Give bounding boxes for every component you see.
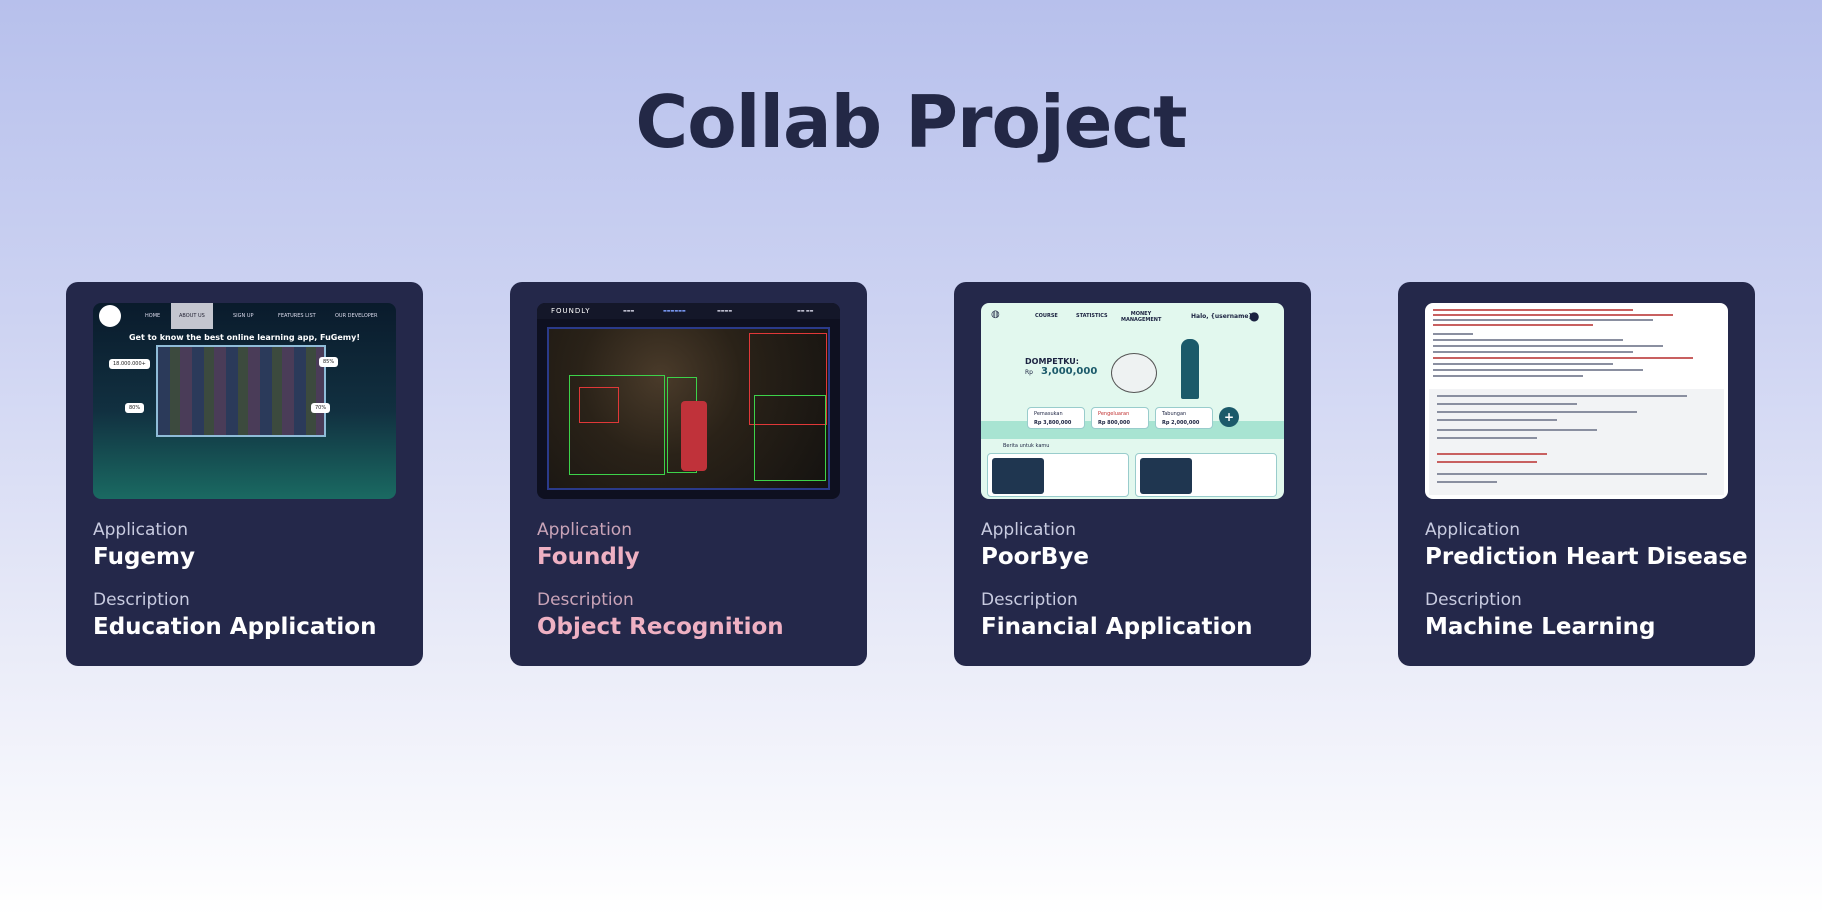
application-name: Prediction Heart Disease [1425, 544, 1748, 570]
screenshot-nav-item: MONEY MANAGEMENT [1121, 311, 1162, 323]
screenshot-stat: 85% [319, 357, 339, 367]
code-line [1437, 473, 1707, 475]
code-line [1437, 481, 1497, 483]
code-output-pane [1429, 389, 1724, 495]
application-label: Application [537, 520, 632, 540]
screenshot-nav: FOUNDLY ▬▬▬ ▬▬▬▬▬▬ ▬▬▬▬ ▬▬ ▬▬ [537, 303, 840, 319]
code-line [1437, 453, 1547, 455]
screenshot-brand: FOUNDLY [551, 307, 591, 315]
screenshot-nav-item: FEATURES LIST [278, 313, 316, 319]
screenshot-nav-item: ▬▬ ▬▬ [797, 308, 814, 313]
avatar-icon: ● [1249, 309, 1260, 323]
code-line [1433, 333, 1473, 335]
code-line [1433, 375, 1583, 377]
code-line [1433, 345, 1663, 347]
description-label: Description [537, 590, 634, 610]
news-card [987, 453, 1129, 497]
code-line [1433, 351, 1633, 353]
screenshot-stat: 18.000.000+ [109, 359, 150, 369]
application-name: PoorBye [981, 544, 1089, 570]
code-line [1433, 319, 1653, 321]
piggy-bank-illustration [1111, 353, 1157, 393]
wallet-amount: 3,000,000 [1041, 366, 1098, 377]
news-thumbnail [1140, 458, 1192, 494]
detection-box [579, 387, 619, 423]
code-line [1433, 339, 1623, 341]
code-line [1433, 363, 1613, 365]
project-screenshot-prediction[interactable] [1425, 303, 1728, 499]
expense-pill: Pengeluaran Rp 800,000 [1091, 407, 1149, 429]
application-label: Application [981, 520, 1076, 540]
screenshot-stat: 70% [311, 403, 331, 413]
code-line [1437, 429, 1597, 431]
description-value: Education Application [93, 614, 377, 640]
news-section-title: Berita untuk kamu [1003, 443, 1050, 449]
bottle-object [681, 401, 707, 471]
screenshot-nav-item: HOME [145, 313, 161, 319]
application-label: Application [1425, 520, 1520, 540]
code-line [1437, 461, 1537, 463]
wallet-label: DOMPETKU: [1025, 357, 1079, 366]
person-illustration [1181, 339, 1199, 399]
project-card-fugemy[interactable]: HOME ABOUT US SIGN UP FEATURES LIST OUR … [66, 282, 423, 666]
description-label: Description [93, 590, 190, 610]
code-line [1437, 419, 1557, 421]
screenshot-stat: 80% [125, 403, 145, 413]
project-screenshot-fugemy[interactable]: HOME ABOUT US SIGN UP FEATURES LIST OUR … [93, 303, 396, 499]
code-line [1433, 369, 1643, 371]
code-line [1433, 309, 1633, 311]
project-card-foundly[interactable]: FOUNDLY ▬▬▬ ▬▬▬▬▬▬ ▬▬▬▬ ▬▬ ▬▬ Applicatio… [510, 282, 867, 666]
savings-pill: Tabungan Rp 2,000,000 [1155, 407, 1213, 429]
screenshot-nav-item: STATISTICS [1076, 313, 1108, 319]
screenshot-nav: HOME ABOUT US SIGN UP FEATURES LIST OUR … [93, 303, 396, 329]
detection-photo [547, 327, 830, 490]
detection-box [754, 395, 826, 481]
screenshot-nav-item: ▬▬▬▬ [717, 308, 733, 313]
code-line [1433, 314, 1673, 316]
project-screenshot-poorbye[interactable]: ◍ COURSE STATISTICS MONEY MANAGEMENT Hal… [981, 303, 1284, 499]
screenshot-collage [156, 345, 326, 437]
code-line [1437, 411, 1637, 413]
screenshot-nav-item: SIGN UP [233, 313, 254, 319]
page-title: Collab Project [635, 80, 1187, 164]
description-value: Machine Learning [1425, 614, 1656, 640]
screenshot-nav-item: ▬▬▬ [623, 308, 635, 313]
description-value: Financial Application [981, 614, 1253, 640]
code-line [1437, 437, 1537, 439]
code-line [1433, 324, 1593, 326]
project-card-prediction-heart-disease[interactable]: Application Prediction Heart Disease Des… [1398, 282, 1755, 666]
news-card [1135, 453, 1277, 497]
wallet-currency: Rp [1025, 369, 1033, 376]
add-icon: + [1219, 407, 1239, 427]
screenshot-headline: Get to know the best online learning app… [128, 333, 360, 342]
application-name: Fugemy [93, 544, 195, 570]
screenshot-greeting: Halo, {username}! [1191, 313, 1256, 320]
income-pill: Pemasukan Rp 3,800,000 [1027, 407, 1085, 429]
poorbye-logo-icon: ◍ [991, 309, 1000, 320]
project-card-poorbye[interactable]: ◍ COURSE STATISTICS MONEY MANAGEMENT Hal… [954, 282, 1311, 666]
screenshot-nav-item: COURSE [1035, 313, 1058, 319]
screenshot-nav-item: OUR DEVELOPER [335, 313, 378, 319]
application-name: Foundly [537, 544, 640, 570]
screenshot-nav-item: ▬▬▬▬▬▬ [663, 308, 686, 313]
project-screenshot-foundly[interactable]: FOUNDLY ▬▬▬ ▬▬▬▬▬▬ ▬▬▬▬ ▬▬ ▬▬ [537, 303, 840, 499]
code-line [1437, 403, 1577, 405]
fugemy-logo-icon [99, 305, 121, 327]
description-label: Description [1425, 590, 1522, 610]
screenshot-nav-item: ABOUT US [171, 303, 213, 329]
description-label: Description [981, 590, 1078, 610]
description-value: Object Recognition [537, 614, 784, 640]
code-line [1433, 357, 1693, 359]
news-thumbnail [992, 458, 1044, 494]
code-line [1437, 395, 1687, 397]
application-label: Application [93, 520, 188, 540]
